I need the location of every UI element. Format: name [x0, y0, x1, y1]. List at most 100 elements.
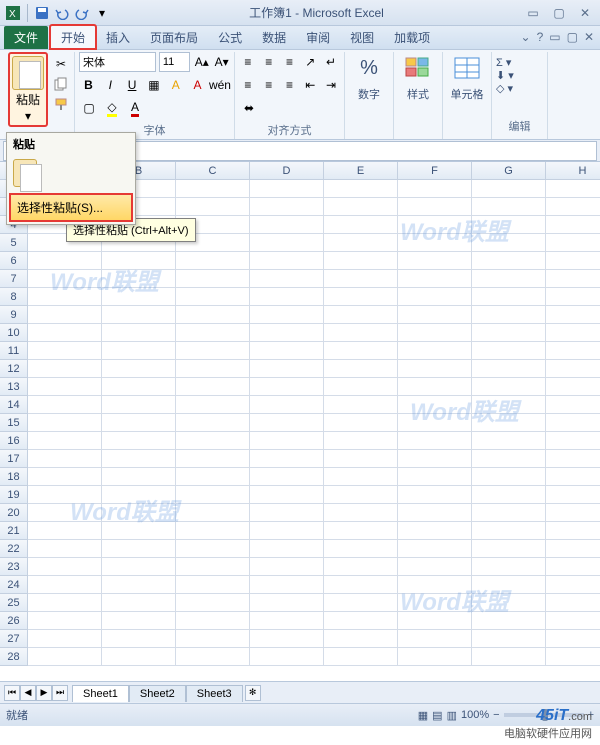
sheet-nav-first[interactable]: ⏮: [4, 685, 20, 701]
tab-home[interactable]: 开始: [50, 25, 96, 49]
cell[interactable]: [398, 522, 472, 540]
cell[interactable]: [472, 324, 546, 342]
cell[interactable]: [28, 522, 102, 540]
cell[interactable]: [324, 486, 398, 504]
zoom-out-button[interactable]: −: [493, 709, 499, 721]
formula-bar[interactable]: [133, 141, 597, 161]
cell[interactable]: [398, 432, 472, 450]
mdi-close-icon[interactable]: ✕: [584, 30, 594, 44]
italic-button[interactable]: I: [101, 75, 120, 95]
cell[interactable]: [176, 432, 250, 450]
cell[interactable]: [102, 288, 176, 306]
cell[interactable]: [324, 234, 398, 252]
view-layout-icon[interactable]: ▤: [432, 709, 442, 722]
cell[interactable]: [472, 180, 546, 198]
cell[interactable]: [324, 432, 398, 450]
cell[interactable]: [472, 234, 546, 252]
excel-icon[interactable]: X: [4, 4, 22, 22]
cell[interactable]: [324, 504, 398, 522]
row-header[interactable]: 11: [0, 342, 28, 360]
cell[interactable]: [176, 612, 250, 630]
cell[interactable]: [250, 576, 324, 594]
cell[interactable]: [28, 612, 102, 630]
cell[interactable]: [472, 558, 546, 576]
column-header[interactable]: H: [546, 162, 600, 180]
cell[interactable]: [176, 540, 250, 558]
cell[interactable]: [176, 594, 250, 612]
cell[interactable]: [28, 486, 102, 504]
fill-button[interactable]: ⬇ ▾: [496, 69, 543, 82]
cell[interactable]: [472, 576, 546, 594]
row-header[interactable]: 8: [0, 288, 28, 306]
row-header[interactable]: 10: [0, 324, 28, 342]
cell[interactable]: [398, 342, 472, 360]
cell[interactable]: [250, 360, 324, 378]
cell[interactable]: [324, 540, 398, 558]
cell[interactable]: [546, 576, 600, 594]
cell[interactable]: [176, 270, 250, 288]
cell[interactable]: [250, 486, 324, 504]
cell[interactable]: [546, 342, 600, 360]
increase-indent-icon[interactable]: ⇥: [322, 75, 340, 95]
cell[interactable]: [250, 558, 324, 576]
cell[interactable]: [546, 468, 600, 486]
mdi-min-icon[interactable]: ▭: [549, 30, 560, 44]
cell[interactable]: [472, 630, 546, 648]
cell[interactable]: [324, 648, 398, 666]
cell[interactable]: [324, 360, 398, 378]
cell[interactable]: [250, 432, 324, 450]
cell[interactable]: [102, 252, 176, 270]
cell[interactable]: [546, 414, 600, 432]
row-header[interactable]: 16: [0, 432, 28, 450]
align-right-icon[interactable]: ≡: [281, 75, 299, 95]
view-pagebreak-icon[interactable]: ▥: [447, 709, 457, 722]
cell[interactable]: [250, 378, 324, 396]
cell[interactable]: [472, 306, 546, 324]
cell[interactable]: [324, 180, 398, 198]
cell[interactable]: [324, 324, 398, 342]
row-header[interactable]: 24: [0, 576, 28, 594]
cell[interactable]: [398, 576, 472, 594]
cell[interactable]: [546, 270, 600, 288]
cell[interactable]: [398, 288, 472, 306]
cell[interactable]: [102, 486, 176, 504]
minimize-ribbon-icon[interactable]: ⌄: [521, 30, 531, 44]
copy-icon[interactable]: [52, 76, 70, 92]
cell[interactable]: [324, 576, 398, 594]
cell[interactable]: [176, 324, 250, 342]
cell[interactable]: [102, 468, 176, 486]
bold-button[interactable]: B: [79, 75, 98, 95]
row-header[interactable]: 7: [0, 270, 28, 288]
row-header[interactable]: 13: [0, 378, 28, 396]
cell[interactable]: [546, 324, 600, 342]
zoom-level[interactable]: 100%: [461, 709, 489, 721]
minimize-button[interactable]: ▭: [522, 5, 544, 21]
cell[interactable]: [398, 540, 472, 558]
paste-option-icon[interactable]: [7, 155, 135, 191]
cell[interactable]: [546, 450, 600, 468]
row-header[interactable]: 17: [0, 450, 28, 468]
align-top-icon[interactable]: ≡: [239, 52, 257, 72]
row-header[interactable]: 22: [0, 540, 28, 558]
cell[interactable]: [324, 612, 398, 630]
column-header[interactable]: G: [472, 162, 546, 180]
cell[interactable]: [546, 522, 600, 540]
cell[interactable]: [546, 432, 600, 450]
cell[interactable]: [324, 216, 398, 234]
row-header[interactable]: 21: [0, 522, 28, 540]
cell[interactable]: [176, 198, 250, 216]
cell[interactable]: [102, 432, 176, 450]
cell[interactable]: [250, 288, 324, 306]
cell[interactable]: [324, 378, 398, 396]
row-header[interactable]: 6: [0, 252, 28, 270]
mdi-restore-icon[interactable]: ▢: [567, 30, 578, 44]
fill-color-dropdown[interactable]: ◇: [102, 98, 122, 118]
cell[interactable]: [324, 468, 398, 486]
cell[interactable]: [28, 288, 102, 306]
cell[interactable]: [472, 432, 546, 450]
help-icon[interactable]: ?: [537, 30, 544, 44]
tab-file[interactable]: 文件: [4, 26, 48, 49]
cell[interactable]: [102, 270, 176, 288]
cell[interactable]: [398, 306, 472, 324]
tab-formulas[interactable]: 公式: [208, 26, 252, 49]
